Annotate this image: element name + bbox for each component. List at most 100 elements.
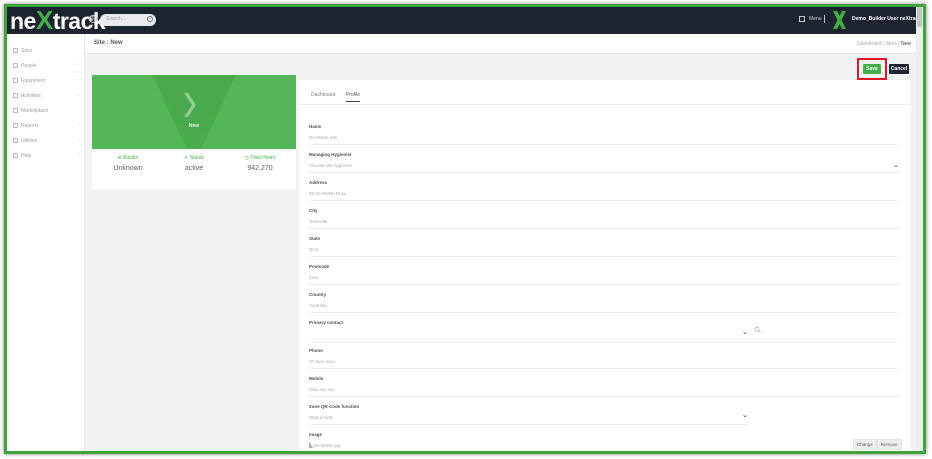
logo-suffix: track	[52, 8, 106, 34]
file-icon: ▙	[309, 443, 313, 448]
country-field[interactable]: Country Australia	[309, 292, 899, 313]
field-value[interactable]: Start activity	[309, 415, 749, 420]
help-icon	[13, 153, 18, 158]
field-value[interactable]: 04xx xxx xxx	[309, 387, 899, 392]
breadcrumb: Dashboard / Sites / New	[857, 41, 911, 47]
chevron-down-icon[interactable]: ⌄	[893, 161, 899, 169]
site-profile-card: New ⚙ Builder Unknown ✔ Status active ◷ …	[92, 75, 296, 189]
sidebar-item-utilities[interactable]: Utilities ›	[7, 134, 85, 148]
stat-total-hours: ◷ Total Hours 942,270	[226, 155, 294, 172]
sidebar-item-label: Utilities	[21, 138, 38, 144]
breadcrumb-sites[interactable]: Sites	[886, 41, 897, 47]
sidebar-item-marketplace[interactable]: Marketplace	[7, 104, 85, 118]
breadcrumb-current: New	[900, 41, 911, 47]
chevron-right-icon: ›	[77, 62, 79, 68]
city-field[interactable]: City Testsville	[309, 208, 899, 229]
field-underline	[309, 396, 899, 397]
cancel-button[interactable]: Cancel	[889, 64, 909, 74]
field-underline	[309, 368, 899, 369]
image-field: Image ▙ De MoMo.jpg	[309, 432, 899, 449]
chevron-right-icon: ›	[77, 122, 79, 128]
page-scrollbar[interactable]	[916, 7, 923, 451]
sidebar-item-people[interactable]: People ›	[7, 59, 85, 73]
sidebar: Sites People › Equipment › Activities › …	[7, 34, 85, 451]
sidebar-item-label: Reports	[21, 123, 39, 129]
sidebar-item-label: Sites	[21, 48, 33, 54]
marketplace-icon	[13, 108, 18, 113]
field-label: Image	[309, 432, 323, 437]
scrollbar-thumb[interactable]	[917, 7, 922, 27]
field-label: City	[309, 208, 318, 213]
user-name[interactable]: Demo_Builder User neXtrack	[852, 16, 921, 22]
field-value[interactable]: Australia	[309, 303, 899, 308]
stat-status: ✔ Status active	[160, 155, 228, 172]
chevron-right-icon: ›	[77, 77, 79, 83]
save-button[interactable]: Save	[863, 64, 881, 74]
sidebar-item-reports[interactable]: Reports ›	[7, 119, 85, 133]
field-underline	[309, 284, 899, 285]
mobile-field[interactable]: Mobile 04xx xxx xxx	[309, 376, 899, 397]
primary-contact-select[interactable]: Primary contact	[309, 320, 899, 331]
tab-dashboard[interactable]: Dashboard	[311, 92, 335, 101]
search-icon[interactable]	[147, 16, 153, 22]
logo-x: X	[35, 5, 53, 35]
name-field[interactable]: Name De MoMo Site	[309, 124, 899, 145]
zone-qr-code-function-select[interactable]: Zone QR Code function Start activity	[309, 404, 749, 425]
sidebar-item-label: Equipment	[21, 78, 45, 84]
chevron-right-icon: ›	[77, 152, 79, 158]
sidebar-item-help[interactable]: Help ›	[7, 149, 85, 163]
field-label: Phone	[309, 348, 323, 353]
sidebar-item-label: People	[21, 63, 37, 69]
menu-icon[interactable]	[799, 16, 805, 22]
tab-divider	[299, 104, 911, 105]
field-label: Primary contact	[309, 320, 344, 325]
page-header: Site : New Dashboard / Sites / New	[85, 34, 923, 54]
field-value[interactable]: 4xxx	[309, 275, 899, 280]
managing-hygienist-select[interactable]: Managing Hygienist Choose site hygienist	[309, 152, 899, 173]
address-field[interactable]: Address 48 De MoMo Drive	[309, 180, 899, 201]
stat-label-text: Status	[189, 155, 204, 161]
site-name: New	[188, 123, 200, 129]
chevron-down-icon[interactable]: ⌄	[742, 328, 748, 336]
field-label: State	[309, 236, 321, 241]
chevron-right-icon: ›	[77, 92, 79, 98]
field-value[interactable]: Choose site hygienist	[309, 163, 899, 168]
sidebar-item-activities[interactable]: Activities ›	[7, 89, 85, 103]
sidebar-item-equipment[interactable]: Equipment ›	[7, 74, 85, 88]
image-filename[interactable]: De MoMo.jpg	[314, 443, 341, 448]
phone-field[interactable]: Phone 07 3xxx xxxx	[309, 348, 899, 369]
field-value[interactable]: 07 3xxx xxxx	[309, 359, 899, 364]
state-field[interactable]: State QLD	[309, 236, 899, 257]
sidebar-item-label: Help	[21, 153, 32, 159]
stat-value: 942,270	[247, 165, 273, 172]
field-value[interactable]: QLD	[309, 247, 899, 252]
registered-mark: ®	[89, 15, 97, 23]
remove-image-button[interactable]: Remove	[876, 439, 902, 450]
change-image-button[interactable]: Change	[853, 439, 877, 450]
chevron-down-icon[interactable]: ⌄	[742, 411, 748, 419]
field-underline	[309, 424, 749, 425]
menu-label[interactable]: Menu	[809, 16, 822, 22]
breadcrumb-dashboard[interactable]: Dashboard	[857, 41, 881, 47]
person-icon	[13, 63, 18, 68]
field-value[interactable]: 48 De MoMo Drive	[309, 191, 899, 196]
top-bar: neXtrack ® Search... Menu Demo_Builder U…	[7, 7, 923, 34]
image-file[interactable]: ▙ De MoMo.jpg	[309, 443, 899, 449]
field-value[interactable]: De MoMo Site	[309, 135, 899, 140]
stat-label-text: Total Hours	[250, 155, 276, 161]
divider	[824, 15, 825, 23]
stat-label: ✔ Status	[184, 155, 204, 161]
activities-icon	[13, 93, 18, 98]
stat-label: ◷ Total Hours	[244, 155, 276, 161]
field-label: Country	[309, 292, 327, 297]
sidebar-item-sites[interactable]: Sites	[7, 44, 85, 58]
tab-profile[interactable]: Profile	[345, 92, 361, 102]
reports-icon	[13, 123, 18, 128]
chevron-right-icon: ›	[77, 137, 79, 143]
search-input[interactable]: Search...	[100, 14, 156, 26]
user-avatar-icon[interactable]	[833, 11, 846, 29]
field-value[interactable]: Testsville	[309, 219, 899, 224]
search-icon[interactable]	[754, 326, 761, 333]
app-window: neXtrack ® Search... Menu Demo_Builder U…	[4, 4, 926, 454]
postcode-field[interactable]: Postcode 4xxx	[309, 264, 899, 285]
